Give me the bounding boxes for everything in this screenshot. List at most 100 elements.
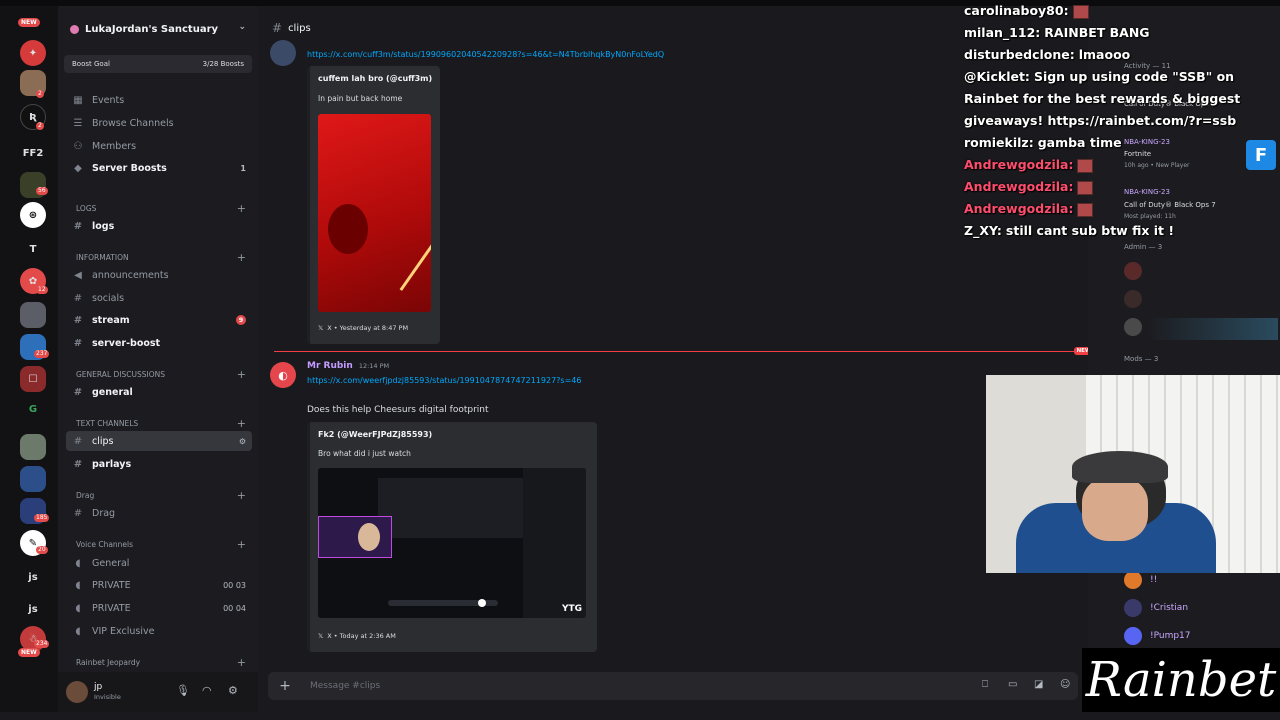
voice-channel-general[interactable]: ◖ General bbox=[66, 553, 252, 573]
gear-icon[interactable]: ⚙ bbox=[228, 684, 238, 697]
server-icon-7[interactable]: ☐ bbox=[20, 366, 46, 392]
gif-icon[interactable]: ▭ bbox=[1008, 679, 1017, 690]
chevron-down-icon[interactable]: ⌄ bbox=[238, 22, 246, 32]
boost-goal-bar[interactable]: Boost Goal 3/28 Boosts bbox=[64, 55, 252, 73]
category-general-discussions[interactable]: GENERAL DISCUSSIONS + bbox=[66, 367, 252, 381]
category-logs[interactable]: LOGS + bbox=[66, 201, 252, 215]
sidebar-item-browse-channels[interactable]: ☰ Browse Channels bbox=[66, 113, 252, 133]
category-rainbet-jeopardy[interactable]: Rainbet Jeopardy + bbox=[66, 655, 252, 669]
voice-channel-private-1[interactable]: ◖ PRIVATE 00 03 bbox=[66, 575, 252, 595]
message-text: Does this help Cheesurs digital footprin… bbox=[307, 405, 489, 415]
avatar[interactable] bbox=[1124, 318, 1142, 336]
avatar[interactable]: ◐ bbox=[270, 362, 296, 388]
channel-stream[interactable]: # stream 9 bbox=[66, 310, 252, 330]
gift-icon[interactable]: ⎕ bbox=[982, 679, 988, 690]
add-channel-icon[interactable]: + bbox=[237, 251, 246, 264]
server-icon-g[interactable]: G bbox=[20, 396, 46, 422]
message-link[interactable]: https://x.com/cuff3m/status/199096020405… bbox=[307, 50, 664, 59]
member-item[interactable]: !! bbox=[1124, 571, 1157, 589]
category-information[interactable]: INFORMATION + bbox=[66, 250, 252, 264]
channel-label: clips bbox=[92, 435, 114, 447]
tweet-embed: cuffem lah bro (@cuff3m) In pain but bac… bbox=[307, 66, 440, 344]
thumbnail-watermark: YTG bbox=[561, 604, 582, 614]
add-channel-icon[interactable]: + bbox=[237, 656, 246, 669]
embed-video-thumbnail[interactable]: YTG bbox=[318, 468, 586, 618]
message-link[interactable]: https://x.com/weerfjpdzj85593/status/199… bbox=[307, 376, 581, 385]
channel-label: Drag bbox=[92, 507, 116, 519]
member-item[interactable]: !Cristian bbox=[1124, 599, 1188, 617]
embed-author[interactable]: Fk2 (@WeerFJPdZj85593) bbox=[318, 430, 432, 439]
add-channel-icon[interactable]: + bbox=[237, 368, 246, 381]
member-name: !Cristian bbox=[1150, 603, 1189, 613]
hash-icon: # bbox=[73, 314, 83, 326]
channel-label: General bbox=[92, 557, 130, 569]
sticker-icon[interactable]: ◪ bbox=[1034, 679, 1043, 690]
overlay-chat-line: milan_112: RAINBET BANG bbox=[964, 22, 1150, 44]
emote-icon bbox=[1077, 158, 1094, 173]
settings-icon[interactable]: ⚙ bbox=[239, 437, 246, 446]
sidebar-item-members[interactable]: ⚇ Members bbox=[66, 136, 252, 156]
category-text-channels[interactable]: TEXT CHANNELS + bbox=[66, 416, 252, 430]
microphone-icon[interactable]: 🎙︎ bbox=[176, 684, 190, 697]
member-name: !! bbox=[1150, 575, 1158, 585]
sidebar-item-label: Events bbox=[92, 94, 125, 106]
channel-socials[interactable]: # socials bbox=[66, 288, 252, 308]
server-icon-openai[interactable]: ⊛ bbox=[20, 202, 46, 228]
hash-icon: # bbox=[73, 458, 83, 470]
emote-icon bbox=[1077, 202, 1094, 217]
add-channel-icon[interactable]: + bbox=[237, 202, 246, 215]
message-header: Mr Rubin 12:14 PM bbox=[307, 361, 389, 371]
emoji-icon[interactable]: ☺ bbox=[1060, 679, 1070, 690]
channel-parlays[interactable]: # parlays bbox=[66, 454, 252, 474]
voice-channel-private-2[interactable]: ◖ PRIVATE 00 04 bbox=[66, 598, 252, 618]
member-item[interactable]: !Pump17 bbox=[1124, 627, 1191, 645]
channel-announcements[interactable]: ◀ announcements bbox=[66, 265, 252, 285]
user-status: Invisible bbox=[94, 693, 121, 701]
add-channel-icon[interactable]: + bbox=[237, 538, 246, 551]
overlay-chat-user: Andrewgodzila: bbox=[964, 157, 1074, 172]
hash-icon: # bbox=[73, 337, 83, 349]
avatar[interactable] bbox=[270, 40, 296, 66]
avatar[interactable] bbox=[66, 681, 88, 703]
server-icon-5[interactable] bbox=[20, 302, 46, 328]
overlay-chat-line: Rainbet for the best rewards & biggest bbox=[964, 88, 1240, 110]
voice-channel-vip[interactable]: ◖ VIP Exclusive bbox=[66, 621, 252, 641]
channel-drag[interactable]: # Drag bbox=[66, 503, 252, 523]
server-icon-t[interactable]: T bbox=[20, 236, 46, 262]
add-channel-icon[interactable]: + bbox=[237, 417, 246, 430]
category-voice-channels[interactable]: Voice Channels + bbox=[66, 537, 252, 551]
hash-icon: # bbox=[272, 21, 283, 35]
server-icon-9[interactable] bbox=[20, 466, 46, 492]
server-icon-js2[interactable]: js bbox=[20, 596, 46, 622]
overlay-chat-line: romiekilz: gamba time bbox=[964, 132, 1122, 154]
server-icon-js1[interactable]: js bbox=[20, 564, 46, 590]
avatar[interactable] bbox=[1124, 262, 1142, 280]
channel-logs[interactable]: # logs bbox=[66, 216, 252, 236]
embed-image[interactable] bbox=[318, 114, 431, 312]
message-author[interactable]: Mr Rubin bbox=[307, 361, 353, 371]
server-icon-rainbet[interactable]: ✦ bbox=[20, 40, 46, 66]
channel-general[interactable]: # general bbox=[66, 382, 252, 402]
embed-footer-text: X • Today at 2:36 AM bbox=[327, 632, 396, 640]
embed-author[interactable]: cuffem lah bro (@cuff3m) bbox=[318, 74, 432, 83]
boost-progress: 3/28 Boosts bbox=[202, 60, 244, 68]
sidebar-item-server-boosts[interactable]: ◆ Server Boosts 1 bbox=[66, 158, 252, 178]
message-composer[interactable]: + Message #clips ⎕ ▭ ◪ ☺ bbox=[268, 672, 1078, 700]
message-input[interactable]: Message #clips bbox=[310, 681, 380, 691]
add-channel-icon[interactable]: + bbox=[237, 489, 246, 502]
category-drag[interactable]: Drag + bbox=[66, 488, 252, 502]
server-icon-ff2[interactable]: FF2 bbox=[20, 140, 46, 166]
sidebar-item-events[interactable]: ▦ Events bbox=[66, 90, 252, 110]
avatar bbox=[1124, 599, 1142, 617]
channel-clips[interactable]: # clips ⚙ bbox=[66, 431, 252, 451]
add-attachment-icon[interactable]: + bbox=[276, 677, 294, 695]
channel-server-boost[interactable]: # server-boost bbox=[66, 333, 252, 353]
avatar[interactable] bbox=[1124, 290, 1142, 308]
guild-header[interactable]: LukaJordan's Sanctuary ⌄ bbox=[58, 14, 258, 44]
channel-label: general bbox=[92, 386, 133, 398]
headphones-icon[interactable]: ◠ bbox=[202, 684, 212, 697]
avatar bbox=[1124, 627, 1142, 645]
hash-icon: # bbox=[73, 386, 83, 398]
message-time: 12:14 PM bbox=[358, 362, 390, 370]
server-icon-8[interactable] bbox=[20, 434, 46, 460]
